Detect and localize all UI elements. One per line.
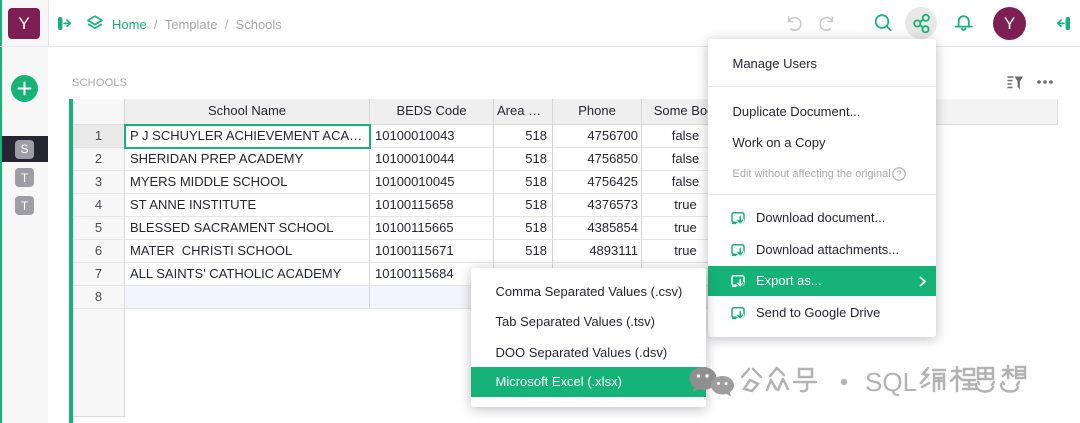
svg-text:?: ?: [896, 169, 901, 179]
